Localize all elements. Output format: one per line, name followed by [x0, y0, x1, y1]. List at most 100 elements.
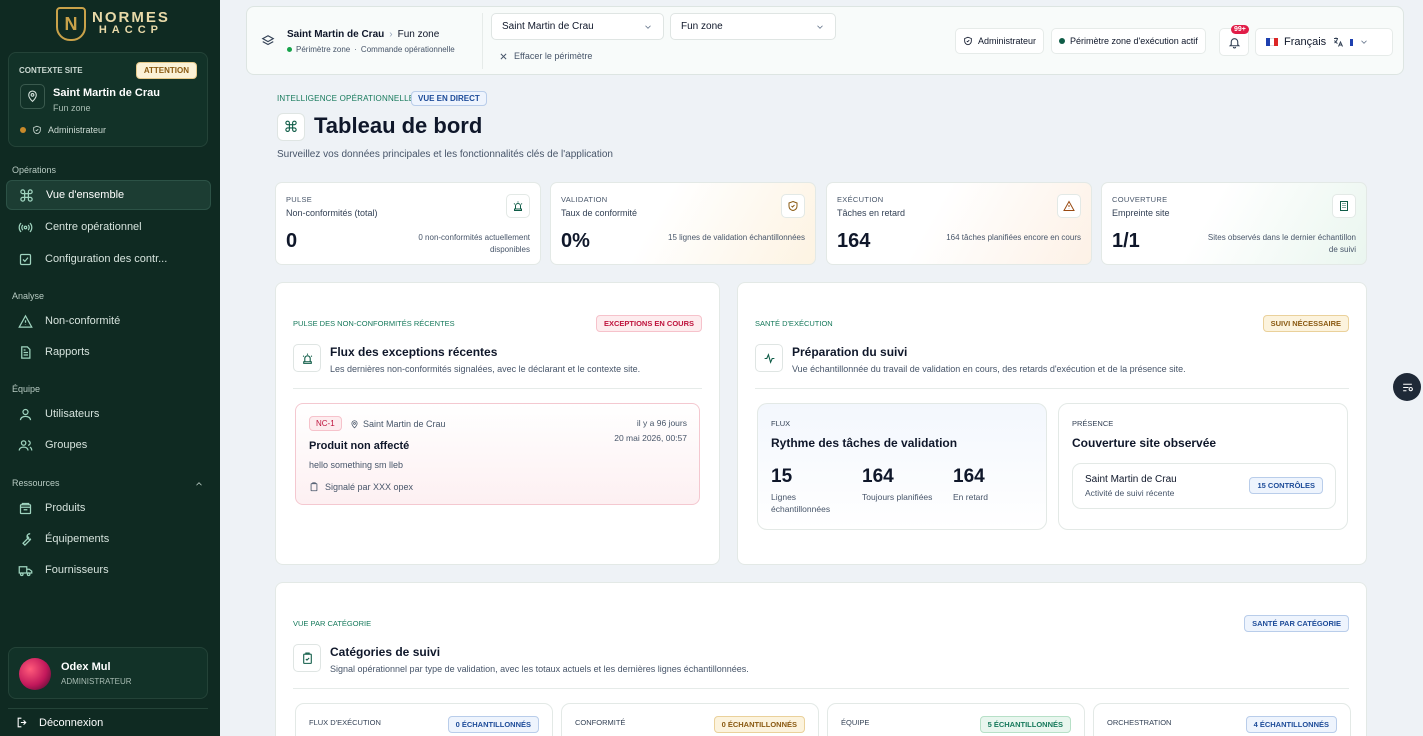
panel-tag: EXCEPTIONS EN COURS: [595, 315, 702, 332]
panel-eyebrow: VUE PAR CATÉGORIE: [293, 619, 372, 628]
clear-scope-button[interactable]: Effacer le périmètre: [499, 51, 592, 61]
zone-select-value: Fun zone: [681, 21, 723, 32]
kpi-card-execution[interactable]: EXÉCUTION Tâches en retard 164 164 tâche…: [826, 182, 1092, 265]
sidebar-item-label: Rapports: [45, 346, 90, 358]
site-context-label: CONTEXTE SITE: [19, 66, 83, 75]
presence-site-row[interactable]: Saint Martin de Crau Activité de suivi r…: [1072, 463, 1336, 509]
context-role: Administrateur: [20, 125, 106, 135]
site-select[interactable]: Saint Martin de Crau: [491, 13, 664, 40]
attention-badge: ATTENTION: [135, 62, 197, 79]
kpi-card-pulse[interactable]: PULSE Non-conformités (total) 0 0 non-co…: [275, 182, 541, 265]
kpi-label: VALIDATION: [561, 195, 608, 204]
stat-label: Lignes échantillonnées: [771, 492, 831, 514]
sidebar-item-equipements[interactable]: Équipements: [6, 524, 211, 554]
scope-status-pill: Périmètre zone d'exécution actif: [1051, 28, 1206, 54]
site-context-card[interactable]: CONTEXTE SITE ATTENTION Saint Martin de …: [8, 52, 208, 147]
kpi-note: 15 lignes de validation échantillonnées: [668, 233, 805, 242]
kpi-note: 164 tâches planifiées encore en cours: [946, 233, 1081, 242]
panel-tag: SANTÉ PAR CATÉGORIE: [1244, 615, 1349, 632]
category-card-flux[interactable]: FLUX D'EXÉCUTION 0 ÉCHANTILLONNÉS: [295, 703, 553, 736]
sidebar-item-label: Équipements: [45, 533, 110, 545]
user-card[interactable]: Odex Mul ADMINISTRATEUR: [8, 647, 208, 699]
sidebar-item-rapports[interactable]: Rapports: [6, 337, 211, 367]
sidebar-item-label: Centre opérationnel: [45, 221, 142, 233]
presence-card[interactable]: PRÉSENCE Couverture site observée Saint …: [1058, 403, 1348, 530]
kpi-value: 0%: [561, 230, 590, 252]
divider: [482, 13, 483, 69]
kpi-value: 1/1: [1112, 230, 1140, 252]
zone-select[interactable]: Fun zone: [670, 13, 836, 40]
category-count-badge: 4 ÉCHANTILLONNÉS: [1245, 716, 1337, 733]
sidebar-item-configuration[interactable]: Configuration des contr...: [6, 244, 211, 274]
sidebar-item-label: Produits: [45, 502, 86, 514]
sidebar-item-fournisseurs[interactable]: Fournisseurs: [6, 555, 211, 585]
exception-desc: hello something sm lleb: [309, 460, 404, 470]
category-card-conformite[interactable]: CONFORMITÉ 0 ÉCHANTILLONNÉS: [561, 703, 819, 736]
kpi-sublabel: Non-conformités (total): [286, 208, 378, 218]
command-icon: [20, 188, 33, 202]
stat-value: 164: [953, 466, 985, 487]
logo-line1: NORMES: [92, 9, 170, 26]
breadcrumb: Saint Martin de Crau › Fun zone: [287, 29, 439, 40]
language-select[interactable]: Français: [1255, 28, 1393, 56]
panel-tag: SUIVI NÉCESSAIRE: [1262, 315, 1349, 332]
kpi-card-validation[interactable]: VALIDATION Taux de conformité 0% 15 lign…: [550, 182, 816, 265]
logout-button[interactable]: Déconnexion: [8, 708, 208, 736]
category-count-badge: 0 ÉCHANTILLONNÉS: [447, 716, 539, 733]
status-dot: [20, 127, 26, 133]
context-zone-name: Fun zone: [53, 103, 91, 113]
sidebar-item-non-conformite[interactable]: Non-conformité: [6, 306, 211, 336]
floating-menu-button[interactable]: [1393, 373, 1421, 401]
panel-eyebrow: SANTÉ D'EXÉCUTION: [755, 319, 833, 328]
sidebar-item-vue-ensemble[interactable]: Vue d'ensemble: [6, 180, 211, 210]
controls-count-badge: 15 CONTRÔLES: [1249, 477, 1323, 494]
panel-title: Flux des exceptions récentes: [330, 345, 498, 359]
alert-triangle-icon: [1057, 194, 1081, 218]
chevron-up-icon[interactable]: [194, 479, 204, 489]
exception-reporter: Signalé par XXX opex: [309, 482, 413, 492]
panel-title: Catégories de suivi: [330, 645, 441, 659]
kpi-value: 0: [286, 230, 298, 252]
exception-reporter-label: Signalé par XXX opex: [325, 482, 414, 492]
breadcrumb-zone[interactable]: Fun zone: [398, 29, 440, 40]
scope-mode: Commande opérationnelle: [360, 45, 455, 54]
clipboard-check-icon: [293, 644, 321, 672]
exception-site: Saint Martin de Crau: [350, 419, 446, 429]
site-select-value: Saint Martin de Crau: [502, 21, 594, 32]
panel-desc: Vue échantillonnée du travail de validat…: [792, 364, 1186, 374]
language-label: Français: [1284, 36, 1327, 48]
sidebar-item-label: Utilisateurs: [45, 408, 100, 420]
category-count-badge: 0 ÉCHANTILLONNÉS: [713, 716, 805, 733]
breadcrumb-separator: ›: [389, 29, 393, 40]
chevron-down-icon: [817, 24, 823, 29]
sidebar-item-produits[interactable]: Produits: [6, 493, 211, 523]
divider: [293, 388, 702, 389]
checkbox-icon: [19, 253, 32, 265]
user-name: Odex Mul: [61, 661, 111, 673]
exception-ago: il y a 96 jours: [636, 418, 687, 428]
kpi-sublabel: Tâches en retard: [837, 208, 906, 218]
brand-logo[interactable]: N NORMES HACCP: [56, 7, 170, 41]
sidebar-item-groupes[interactable]: Groupes: [6, 430, 211, 460]
stat-late: 164 En retard: [953, 466, 988, 503]
presence-title: Couverture site observée: [1072, 436, 1217, 450]
sidebar-item-utilisateurs[interactable]: Utilisateurs: [6, 399, 211, 429]
category-card-equipe[interactable]: ÉQUIPE 5 ÉCHANTILLONNÉS: [827, 703, 1085, 736]
exception-card[interactable]: NC-1 Saint Martin de Crau il y a 96 jour…: [295, 403, 700, 505]
notification-count-badge: 99+: [1231, 25, 1249, 34]
exception-date: 20 mai 2026, 00:57: [614, 433, 687, 443]
breadcrumb-site[interactable]: Saint Martin de Crau: [287, 29, 384, 40]
sidebar-item-label: Groupes: [45, 439, 88, 451]
flux-card[interactable]: FLUX Rythme des tâches de validation 15 …: [757, 403, 1047, 530]
scope-dot: [287, 47, 292, 52]
logo-mark: N: [56, 7, 86, 41]
kpi-card-couverture[interactable]: COUVERTURE Empreinte site 1/1 Sites obse…: [1101, 182, 1367, 265]
shield-icon: [33, 125, 41, 135]
sidebar-item-centre-operationnel[interactable]: Centre opérationnel: [6, 212, 211, 242]
map-pin-icon: [20, 84, 45, 109]
category-card-orchestration[interactable]: ORCHESTRATION 4 ÉCHANTILLONNÉS: [1093, 703, 1351, 736]
avatar: [19, 658, 51, 690]
category-label: CONFORMITÉ: [575, 718, 626, 727]
sidebar-item-label: Configuration des contr...: [45, 253, 168, 265]
panel-eyebrow: PULSE DES NON-CONFORMITÉS RÉCENTES: [293, 319, 455, 328]
